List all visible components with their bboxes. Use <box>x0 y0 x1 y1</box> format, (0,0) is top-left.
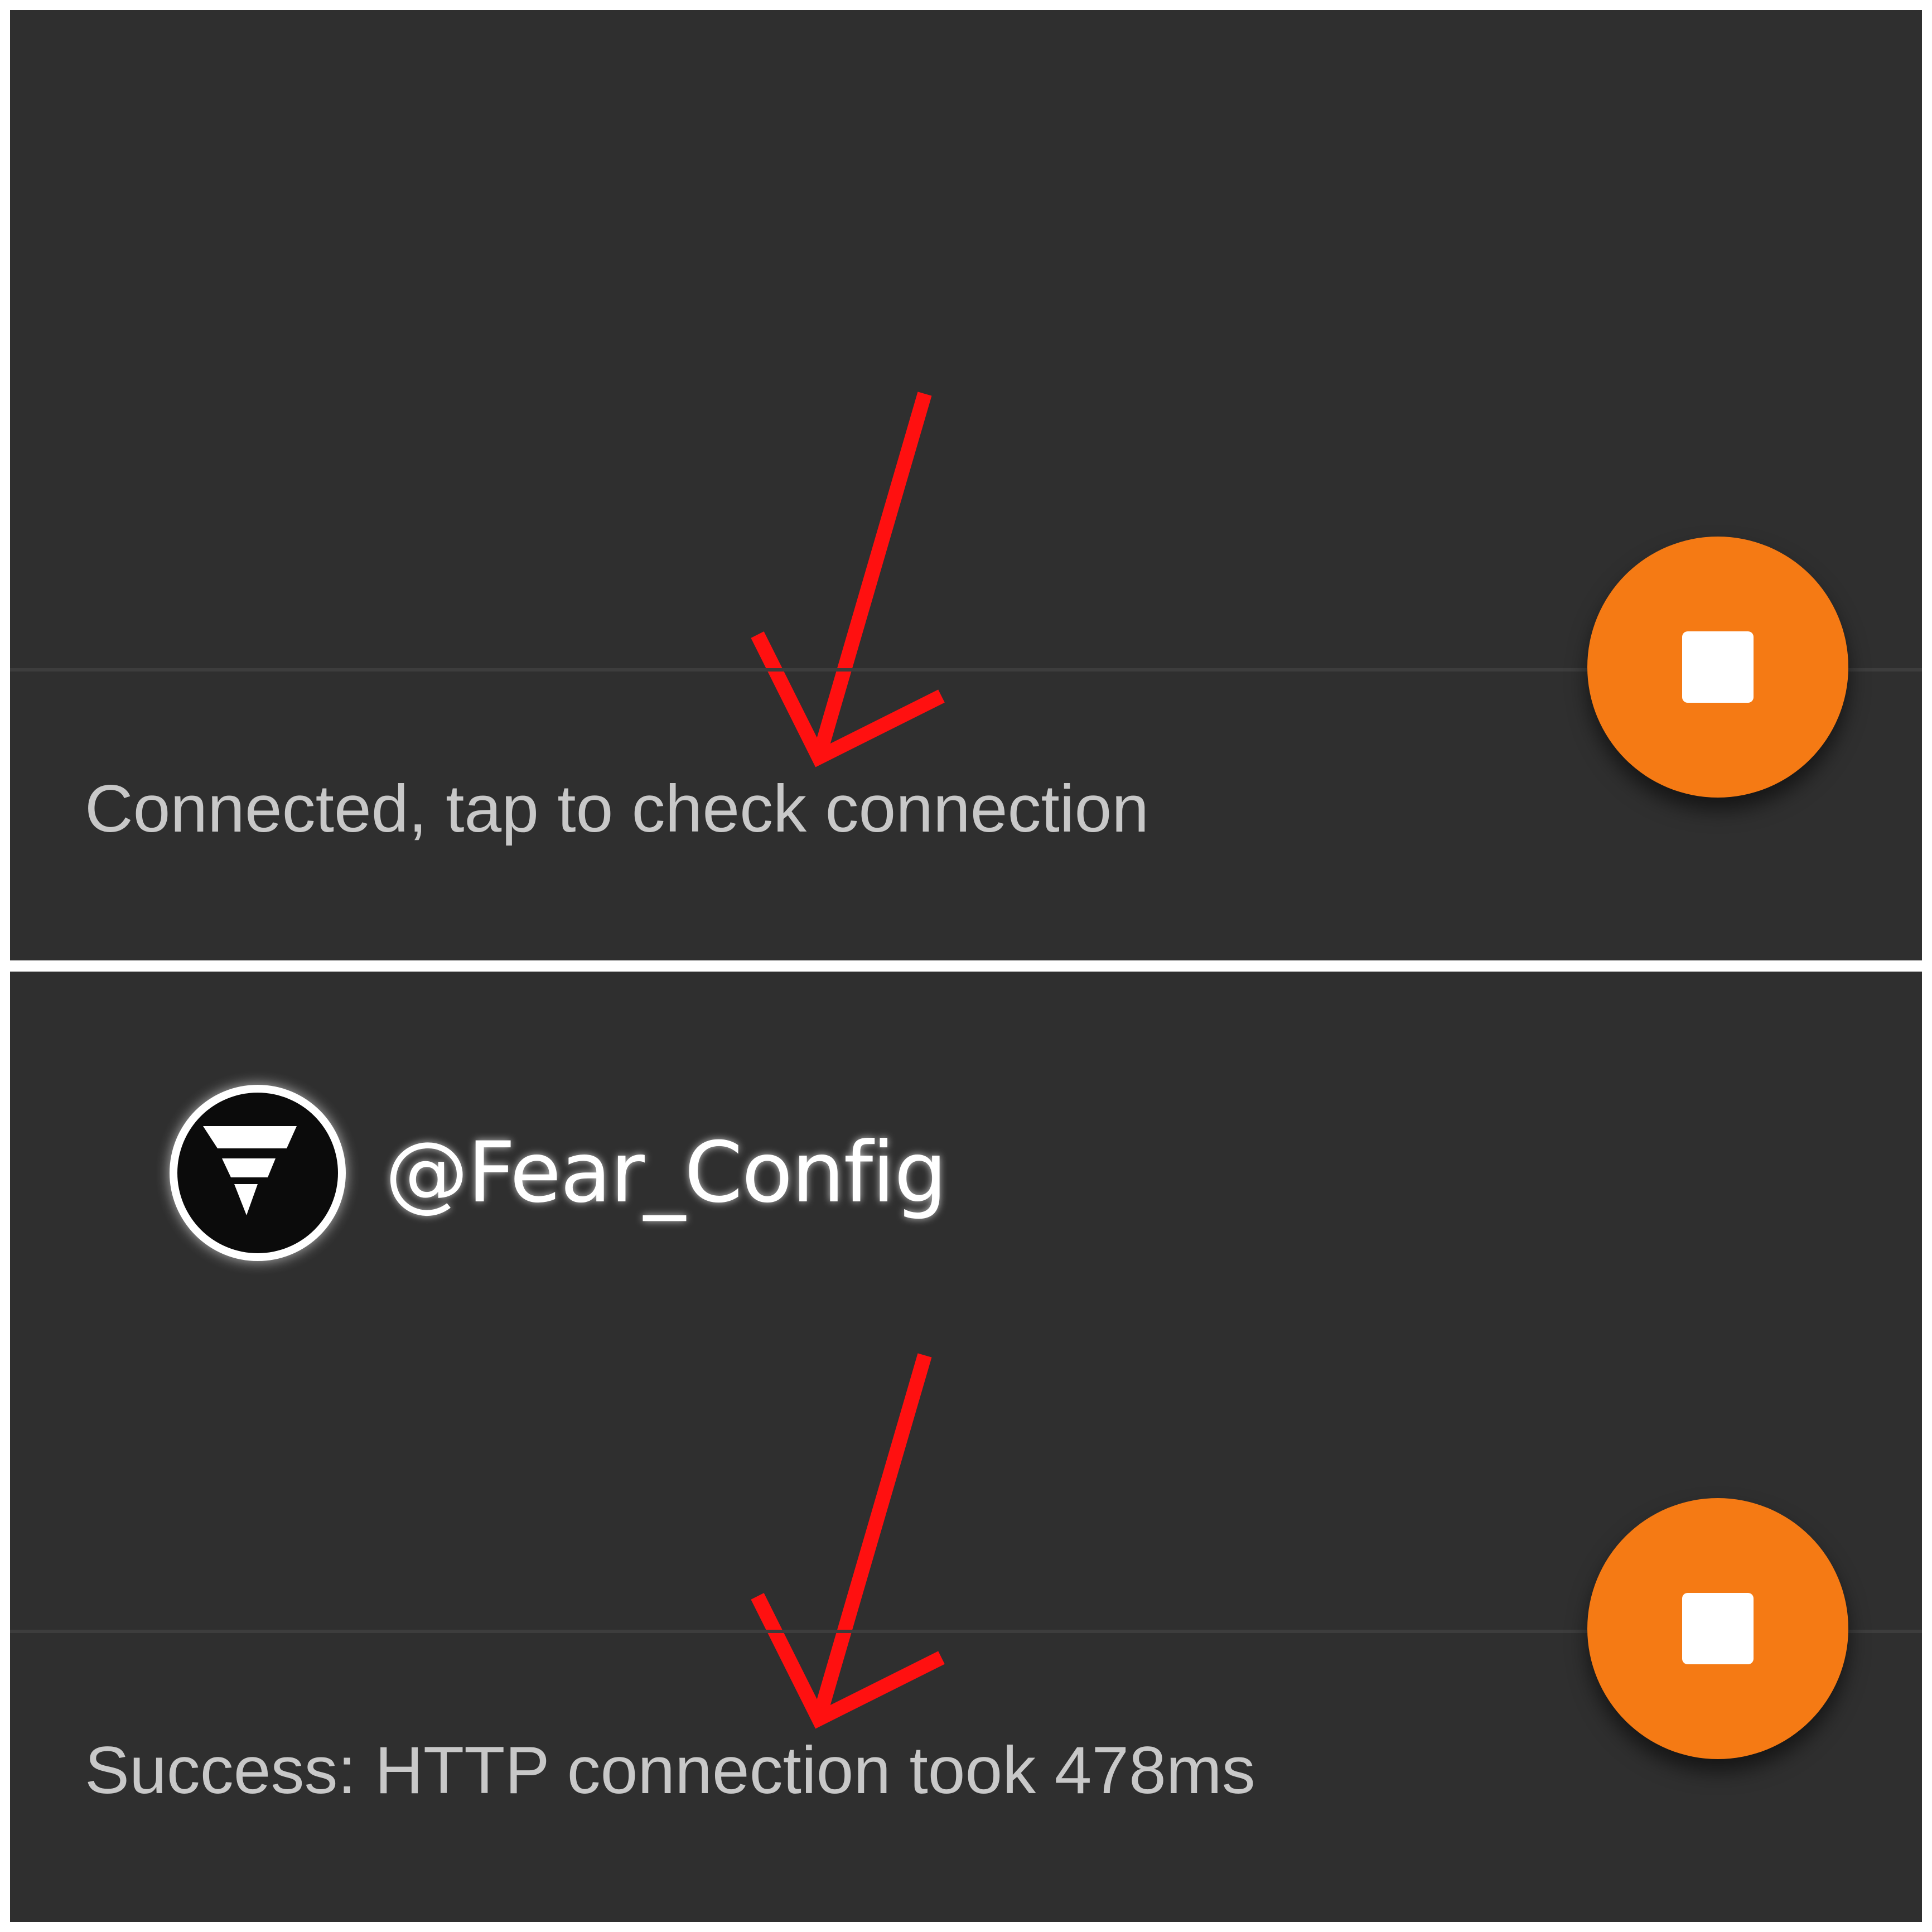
stop-vpn-button[interactable] <box>1587 1498 1848 1759</box>
stop-icon <box>1682 1593 1754 1664</box>
red-arrow-annotation <box>751 392 945 767</box>
stop-icon <box>1682 631 1754 703</box>
watermark-handle: @Fear_Config <box>385 1124 947 1221</box>
watermark: @Fear_Config <box>170 1081 947 1265</box>
fear-config-logo <box>170 1085 346 1261</box>
connection-status-text[interactable]: Success: HTTP connection took 478ms <box>85 1737 1255 1804</box>
stop-vpn-button[interactable] <box>1587 537 1848 798</box>
red-arrow-annotation <box>751 1353 945 1729</box>
connection-status-text[interactable]: Connected, tap to check connection <box>85 775 1149 842</box>
vpn-status-panel-connected: Connected, tap to check connection <box>10 10 1922 960</box>
vpn-status-panel-success: @Fear_Config Success: HTTP connection to… <box>10 972 1922 1922</box>
f-logo-icon <box>203 1126 297 1215</box>
